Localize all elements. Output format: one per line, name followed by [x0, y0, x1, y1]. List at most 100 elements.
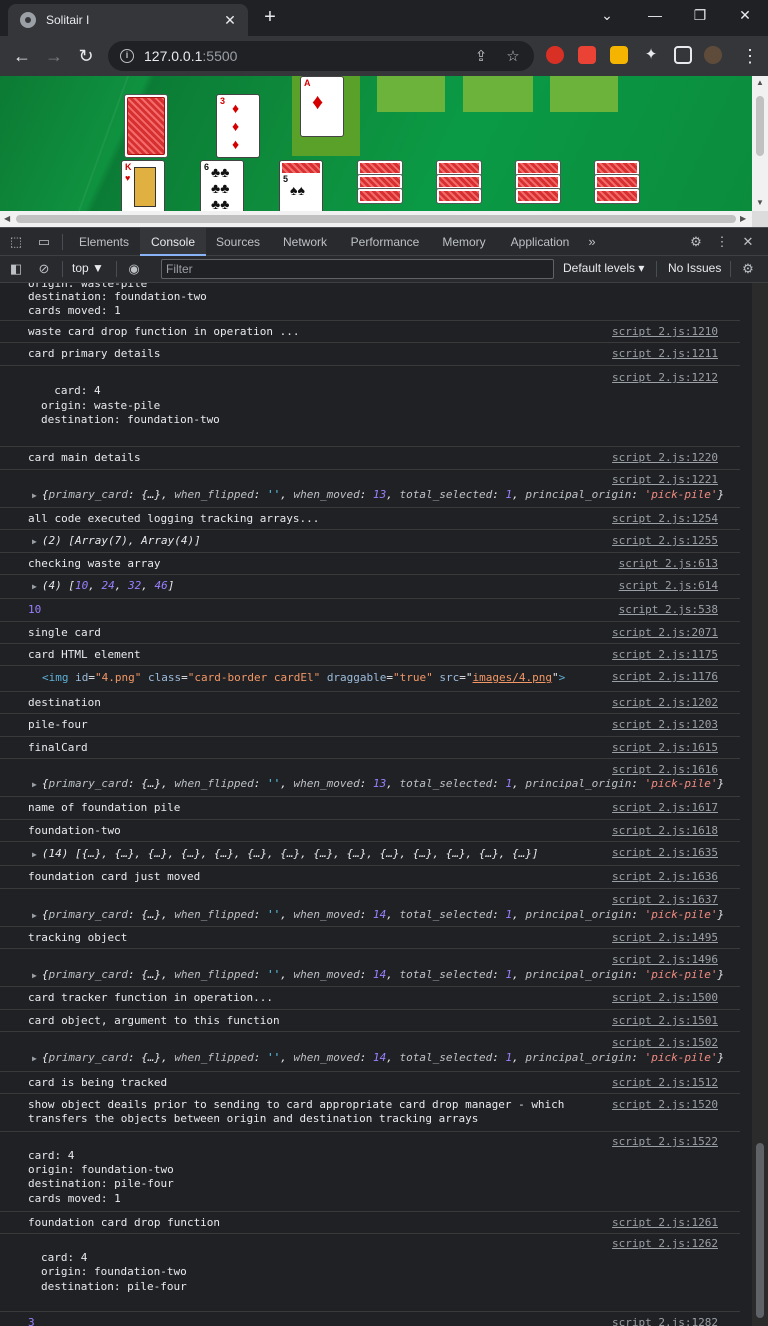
source-link[interactable]: script 2.js:1261	[612, 1216, 718, 1229]
page-vertical-scrollbar[interactable]: ▲ ▼	[752, 76, 768, 211]
array-preview[interactable]: ▶ (14) [{…}, {…}, {…}, {…}, {…}, {…}, {…}…	[32, 847, 539, 863]
close-tab-icon[interactable]: ✕	[220, 12, 240, 29]
source-link[interactable]: script 2.js:538	[619, 603, 718, 616]
tableau-pile-four[interactable]	[357, 160, 403, 211]
bookmark-star-icon[interactable]: ☆	[504, 47, 522, 65]
browser-tab[interactable]: Solitair I ✕	[8, 4, 248, 36]
object-preview[interactable]: ▶ {primary_card: {…}, when_flipped: '', w…	[32, 968, 724, 984]
source-link[interactable]: script 2.js:1500	[612, 991, 718, 1004]
tab-console[interactable]: Console	[140, 228, 206, 256]
tableau-pile-seven[interactable]	[594, 160, 640, 211]
scrollbar-thumb[interactable]	[756, 1143, 764, 1318]
expand-triangle-icon[interactable]: ▶	[32, 971, 37, 980]
restore-button[interactable]: ❐	[685, 4, 715, 26]
console-message-object[interactable]: script 2.js:1496 ▶ {primary_card: {…}, wh…	[0, 949, 740, 987]
source-link[interactable]: script 2.js:1617	[612, 801, 718, 814]
object-preview[interactable]: ▶ {primary_card: {…}, when_flipped: '', w…	[32, 488, 724, 504]
source-link[interactable]: script 2.js:1496	[612, 953, 718, 966]
console-message-array[interactable]: ▶ (2) [Array(7), Array(4)] script 2.js:12…	[0, 530, 740, 553]
tableau-pile-five[interactable]	[436, 160, 482, 211]
source-link[interactable]: script 2.js:1615	[612, 741, 718, 754]
console-scrollbar[interactable]	[752, 283, 768, 1326]
issues-button[interactable]: No Issues	[668, 261, 721, 275]
source-link[interactable]: script 2.js:1501	[612, 1014, 718, 1027]
source-link[interactable]: script 2.js:1512	[612, 1076, 718, 1089]
source-link[interactable]: script 2.js:1522	[612, 1135, 718, 1148]
live-expression-eye-icon[interactable]: ◉	[126, 261, 142, 277]
source-link[interactable]: script 2.js:1262	[612, 1237, 718, 1250]
source-link[interactable]: script 2.js:1254	[612, 512, 718, 525]
source-link[interactable]: script 2.js:2071	[612, 626, 718, 639]
array-preview[interactable]: ▶ (4) [10, 24, 32, 46]	[32, 579, 174, 595]
foundation-card-ace-diamonds[interactable]: A ♦	[300, 76, 344, 137]
source-link[interactable]: script 2.js:1282	[612, 1316, 718, 1326]
scroll-left-arrow-icon[interactable]: ◀	[4, 214, 10, 223]
source-link[interactable]: script 2.js:1210	[612, 325, 718, 338]
share-icon[interactable]: ⇪	[472, 47, 490, 65]
scrollbar-thumb[interactable]	[756, 96, 764, 156]
console-message-object[interactable]: script 2.js:1637 ▶ {primary_card: {…}, wh…	[0, 889, 740, 927]
device-toolbar-icon[interactable]: ▭	[36, 234, 52, 250]
stock-pile[interactable]	[124, 94, 168, 158]
more-tabs-icon[interactable]: »	[584, 234, 600, 250]
console-message-element[interactable]: <img id="4.png" class="card-border cardE…	[0, 666, 740, 692]
source-link[interactable]: script 2.js:1520	[612, 1098, 718, 1111]
source-link[interactable]: script 2.js:1220	[612, 451, 718, 464]
source-link[interactable]: script 2.js:1203	[612, 718, 718, 731]
source-link[interactable]: script 2.js:1202	[612, 696, 718, 709]
more-options-icon[interactable]: ⋮	[714, 234, 730, 250]
log-levels-dropdown[interactable]: Default levels ▾	[563, 261, 644, 275]
reload-icon[interactable]: ↻	[74, 44, 98, 68]
side-panel-icon[interactable]	[674, 46, 692, 64]
expand-triangle-icon[interactable]: ▶	[32, 911, 37, 920]
page-horizontal-scrollbar[interactable]: ◀ ▶	[0, 211, 752, 227]
expand-triangle-icon[interactable]: ▶	[32, 780, 37, 789]
clear-console-icon[interactable]: ⊘	[36, 261, 52, 277]
menu-kebab-icon[interactable]: ⋮	[738, 44, 762, 68]
expand-triangle-icon[interactable]: ▶	[32, 850, 37, 859]
console-message-object[interactable]: script 2.js:1616 ▶ {primary_card: {…}, wh…	[0, 759, 740, 797]
source-link[interactable]: script 2.js:614	[619, 579, 718, 592]
scroll-down-arrow-icon[interactable]: ▼	[756, 198, 764, 207]
console-message-array[interactable]: ▶ (4) [10, 24, 32, 46] script 2.js:614	[0, 575, 740, 599]
minimize-button[interactable]: —	[640, 4, 670, 26]
back-icon[interactable]: ←	[10, 44, 34, 68]
tab-performance[interactable]: Performance	[342, 228, 428, 256]
source-link[interactable]: script 2.js:1636	[612, 870, 718, 883]
source-link[interactable]: script 2.js:1255	[612, 534, 718, 547]
source-link[interactable]: script 2.js:1175	[612, 648, 718, 661]
scroll-up-arrow-icon[interactable]: ▲	[756, 78, 764, 87]
extension-hand-icon[interactable]	[578, 46, 596, 64]
expand-triangle-icon[interactable]: ▶	[32, 537, 37, 546]
extensions-puzzle-icon[interactable]: ✦	[642, 46, 660, 64]
source-link[interactable]: script 2.js:613	[619, 557, 718, 570]
address-bar[interactable]: i 127.0.0.1:5500 ⇪ ☆	[108, 41, 534, 71]
expand-triangle-icon[interactable]: ▶	[32, 1054, 37, 1063]
scroll-right-arrow-icon[interactable]: ▶	[740, 214, 746, 223]
expand-triangle-icon[interactable]: ▶	[32, 582, 37, 591]
scrollbar-thumb[interactable]	[16, 215, 736, 223]
object-preview[interactable]: ▶ {primary_card: {…}, when_flipped: '', w…	[32, 777, 724, 793]
tab-search-icon[interactable]: ⌄	[592, 4, 622, 26]
source-link[interactable]: script 2.js:1502	[612, 1036, 718, 1049]
new-tab-button[interactable]: +	[258, 6, 282, 30]
array-preview[interactable]: ▶ (2) [Array(7), Array(4)]	[32, 534, 201, 550]
close-devtools-icon[interactable]: ✕	[740, 234, 756, 250]
object-preview[interactable]: ▶ {primary_card: {…}, when_flipped: '', w…	[32, 1051, 724, 1067]
tab-elements[interactable]: Elements	[70, 228, 138, 256]
tableau-pile-six[interactable]	[515, 160, 561, 211]
settings-gear-icon[interactable]: ⚙	[688, 234, 704, 250]
context-selector[interactable]: top ▼	[72, 261, 104, 275]
source-link[interactable]: script 2.js:1495	[612, 931, 718, 944]
source-link[interactable]: script 2.js:1212	[612, 371, 718, 384]
profile-avatar[interactable]	[704, 46, 722, 64]
inspect-element-icon[interactable]: ⬚	[8, 234, 24, 250]
source-link[interactable]: script 2.js:1176	[612, 670, 718, 683]
info-icon[interactable]: i	[120, 49, 134, 63]
tab-network[interactable]: Network	[272, 228, 338, 256]
console-message-object[interactable]: script 2.js:1502 ▶ {primary_card: {…}, wh…	[0, 1032, 740, 1072]
tab-memory[interactable]: Memory	[432, 228, 496, 256]
tableau-card-six-clubs[interactable]: 6 ♣♣ ♣♣ ♣♣	[200, 160, 244, 211]
console-settings-gear-icon[interactable]: ⚙	[740, 261, 756, 277]
foundation-slot-four[interactable]	[550, 76, 618, 112]
